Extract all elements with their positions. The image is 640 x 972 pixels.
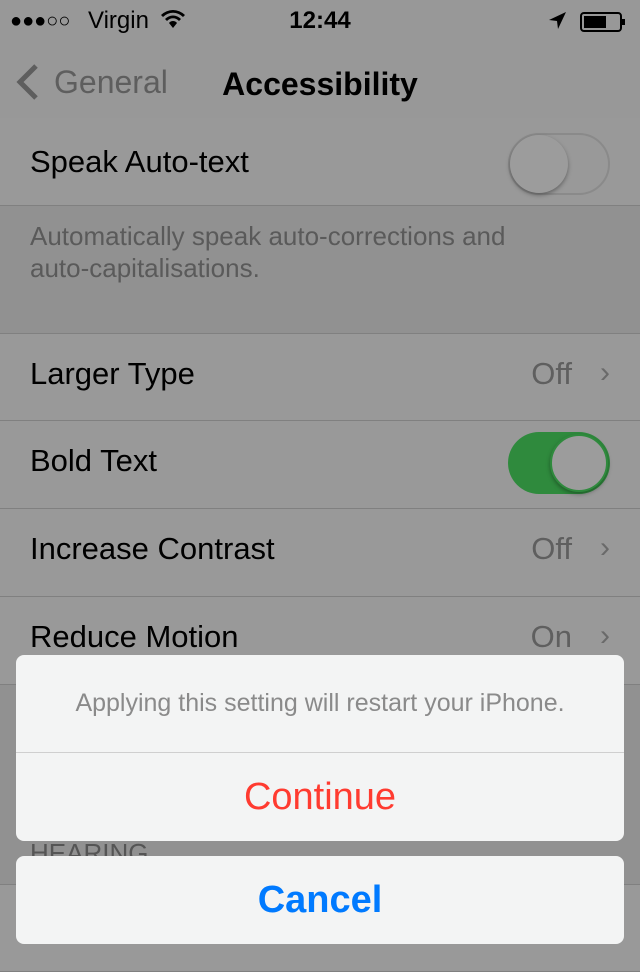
cancel-sheet: Cancel — [16, 856, 624, 944]
action-sheet-message: Applying this setting will restart your … — [16, 655, 624, 753]
battery-icon — [580, 11, 626, 39]
clock: 12:44 — [289, 7, 351, 34]
navigation-bar: General Accessibility — [0, 40, 640, 128]
row-label: Speak Auto-text — [30, 144, 249, 179]
row-label: Larger Type — [30, 356, 195, 391]
row-value: Off — [531, 356, 572, 391]
row-value: On — [530, 619, 572, 654]
action-sheet: Applying this setting will restart your … — [16, 655, 624, 841]
row-label: Increase Contrast — [30, 531, 275, 566]
speak-auto-text-footer: Automatically speak auto-corrections and… — [30, 221, 506, 283]
row-label: Bold Text — [30, 443, 157, 478]
chevron-right-icon: › — [600, 356, 610, 389]
chevron-right-icon: › — [600, 531, 610, 564]
continue-button[interactable]: Continue — [16, 753, 624, 841]
location-arrow-icon — [548, 10, 568, 38]
bold-text-toggle[interactable] — [508, 432, 610, 494]
status-bar: ●●●○○ Virgin 12:44 — [0, 0, 640, 40]
page-title: Accessibility — [222, 66, 418, 102]
speak-auto-text-row: Speak Auto-text — [0, 118, 640, 206]
cancel-button[interactable]: Cancel — [16, 856, 624, 944]
speak-auto-text-toggle[interactable] — [508, 133, 610, 195]
chevron-right-icon: › — [600, 619, 610, 652]
larger-type-row[interactable]: Larger Type Off › — [0, 333, 640, 421]
row-value: Off — [531, 531, 572, 566]
increase-contrast-row[interactable]: Increase Contrast Off › — [0, 509, 640, 597]
bold-text-row: Bold Text — [0, 421, 640, 509]
row-label: Reduce Motion — [30, 619, 239, 654]
